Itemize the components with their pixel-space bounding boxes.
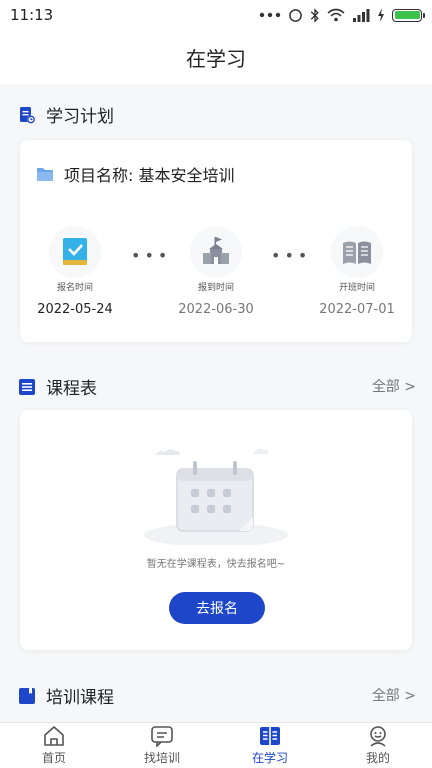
study-plan-header: 学习计划 (18, 102, 114, 127)
step-date-checkin: 2022-06-30 (178, 302, 254, 317)
project-name-row: 项目名称: 基本安全培训 (36, 162, 234, 186)
list-icon (19, 378, 35, 395)
step-date-class-start: 2022-07-01 (319, 302, 395, 317)
project-name: 项目名称: 基本安全培训 (64, 166, 235, 185)
step-connector-2: ••• (271, 246, 312, 265)
schedule-card: 暂无在学课程表，快去报名吧~ 去报名 (20, 410, 412, 650)
tab-label: 首页 (41, 751, 66, 765)
bottom-tab-bar: 首页 找培训 在学习 我的 (0, 722, 432, 768)
signup-book-icon (49, 226, 101, 278)
tab-find-training[interactable]: 找培训 (108, 723, 216, 768)
step-label: 开班时间 (338, 283, 375, 293)
page-title: 在学习 (186, 46, 246, 71)
charging-icon (378, 8, 384, 22)
wifi-icon (327, 8, 345, 22)
signal-icon (353, 9, 370, 22)
step-connector-1: ••• (131, 246, 172, 265)
empty-schedule-text: 暂无在学课程表，快去报名吧~ (146, 559, 286, 570)
profile-icon (370, 726, 386, 747)
main-content[interactable]: 学习计划 项目名称: 基本安全培训 报名时间 ••• 报到时间 ••• 开班时间… (0, 84, 432, 722)
page-header: 在学习 (0, 30, 432, 84)
sync-icon (289, 8, 302, 22)
status-time: 11:13 (10, 6, 54, 24)
tab-label: 在学习 (251, 751, 288, 765)
schedule-title: 课程表 (46, 379, 97, 399)
book-icon (260, 727, 280, 745)
step-label: 报名时间 (56, 283, 93, 293)
study-plan-icon (20, 106, 35, 123)
home-icon (44, 726, 64, 746)
training-header: 培训课程 (18, 683, 114, 708)
schedule-more-link[interactable]: 全部 > (372, 376, 416, 396)
step-label: 报到时间 (197, 283, 234, 293)
status-icons (259, 7, 425, 23)
tab-home[interactable]: 首页 (0, 723, 108, 768)
tab-label: 找培训 (143, 751, 180, 765)
bluetooth-icon (310, 7, 319, 23)
training-title: 培训课程 (46, 688, 114, 708)
battery-icon (392, 8, 425, 22)
step-date-signup: 2022-05-24 (37, 302, 113, 317)
step-class-start: 开班时间 (312, 226, 402, 293)
tab-studying[interactable]: 在学习 (216, 723, 324, 768)
tab-label: 我的 (365, 751, 390, 765)
training-more-link[interactable]: 全部 > (372, 685, 416, 705)
schedule-header: 课程表 (18, 374, 97, 399)
message-icon (151, 726, 173, 747)
step-signup: 报名时间 (30, 226, 120, 293)
school-building-icon (190, 226, 242, 278)
training-course-icon (19, 687, 35, 704)
study-plan-title: 学习计划 (46, 107, 114, 127)
empty-calendar-icon (144, 448, 288, 545)
step-checkin: 报到时间 (171, 226, 261, 293)
more-dots-icon (259, 12, 281, 18)
status-bar: 11:13 (0, 0, 432, 30)
folder-icon (37, 167, 53, 181)
signup-button[interactable]: 去报名 (169, 592, 265, 624)
open-book-icon (331, 226, 383, 278)
study-plan-card: 项目名称: 基本安全培训 报名时间 ••• 报到时间 ••• 开班时间 2022… (20, 140, 412, 342)
tab-mine[interactable]: 我的 (324, 723, 432, 768)
